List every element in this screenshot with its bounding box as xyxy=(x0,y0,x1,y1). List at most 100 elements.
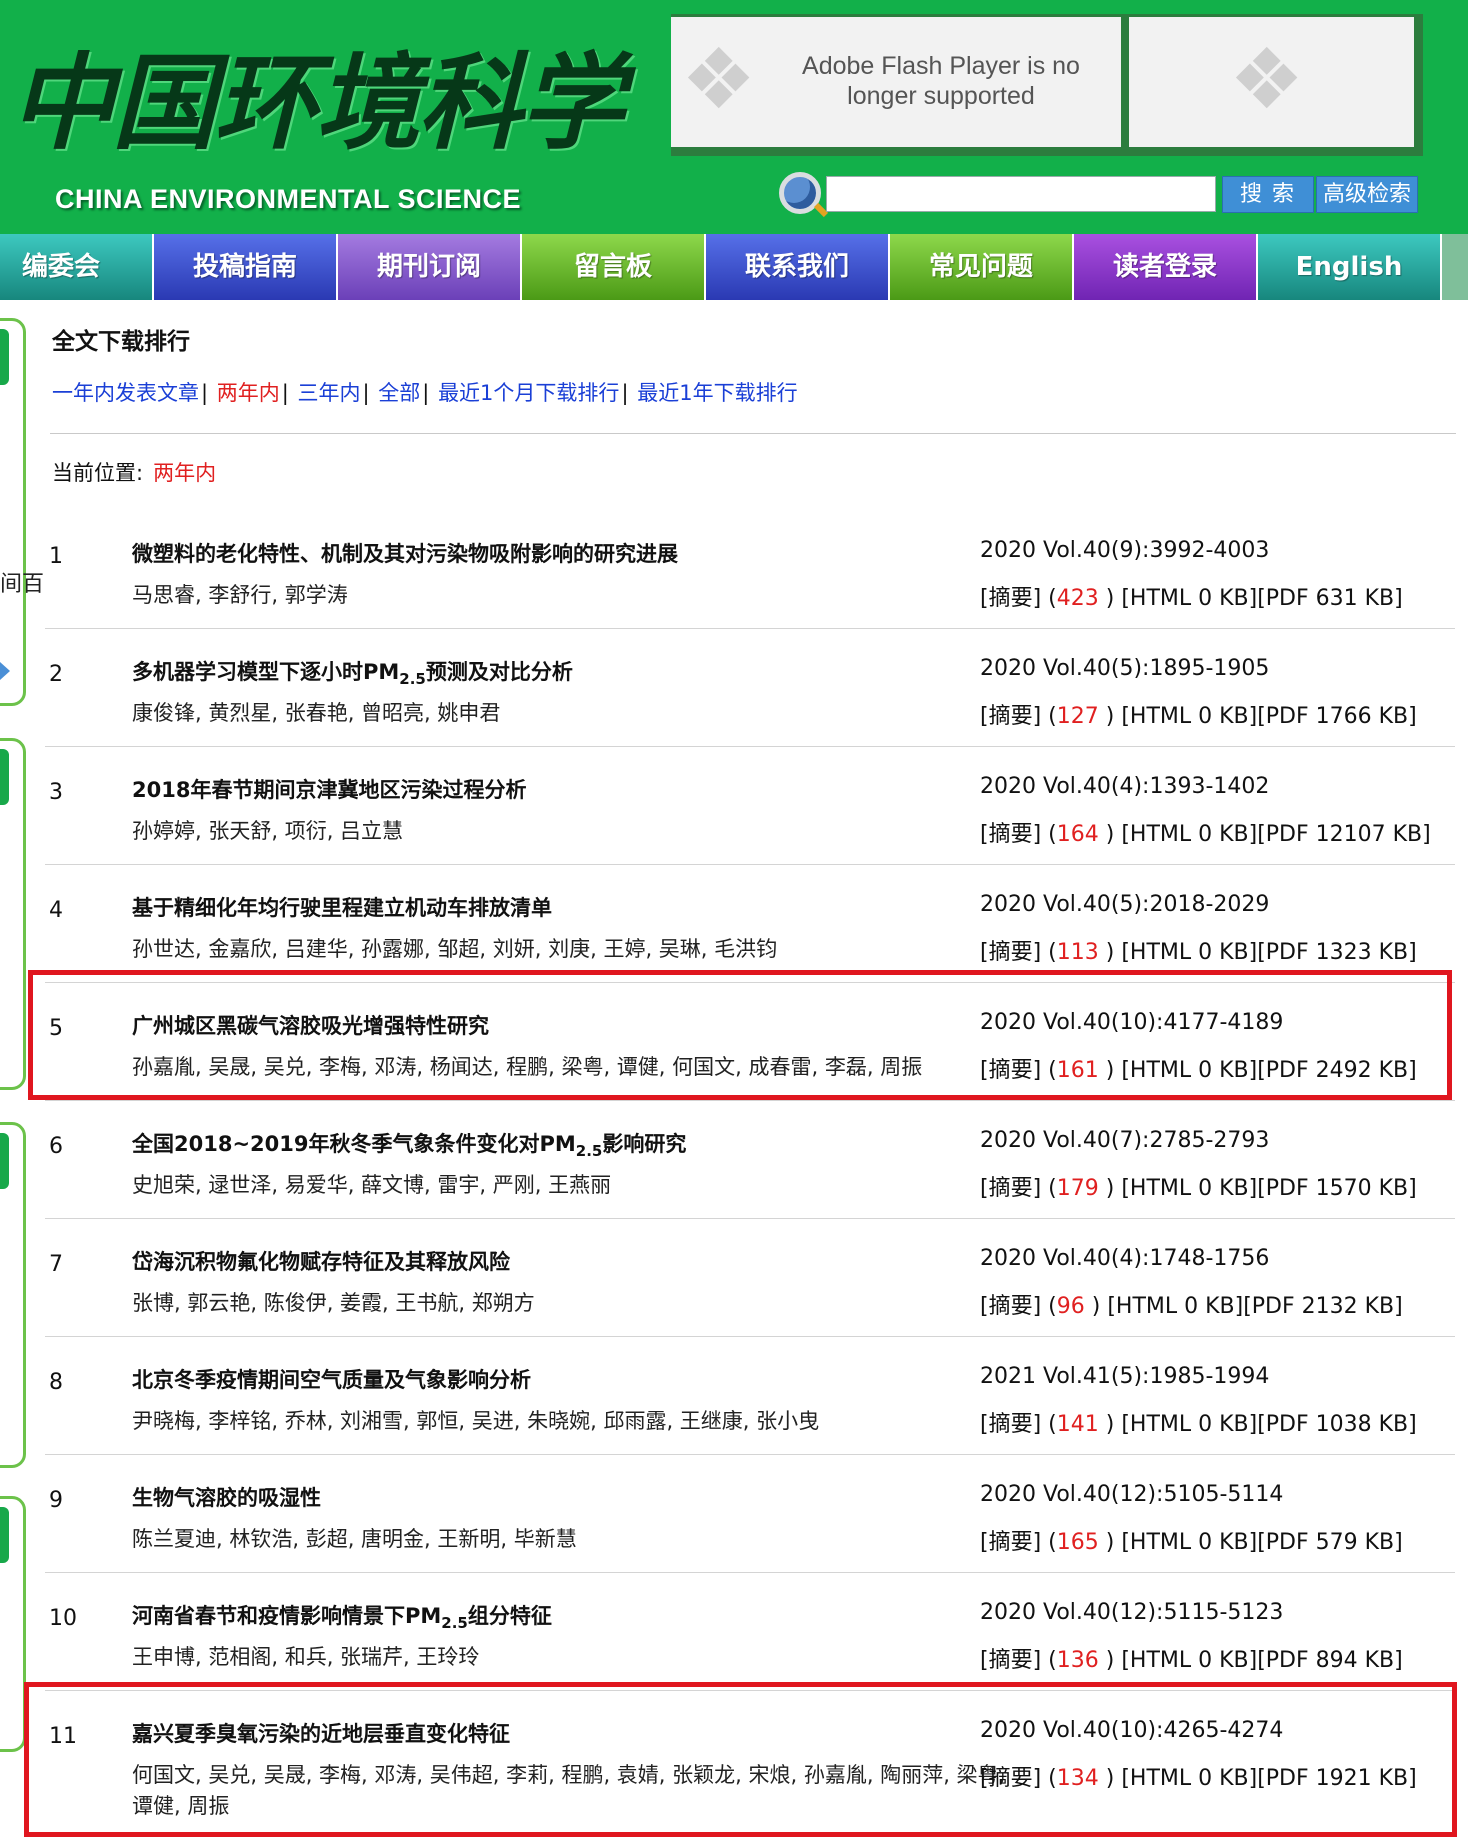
filter-all[interactable]: 全部 xyxy=(378,381,420,405)
flash-placeholder-1: ❖ Adobe Flash Player is no longer suppor… xyxy=(671,17,1121,147)
section-title: 全文下载排行 xyxy=(52,329,190,355)
article-title-link[interactable]: 岱海沉积物氟化物赋存特征及其释放风险 xyxy=(132,1246,510,1276)
side-panel-tab[interactable] xyxy=(0,329,9,385)
fulltext-links[interactable]: ) [HTML 0 KB][PDF 631 KB] xyxy=(1099,586,1403,611)
article-authors: 史旭荣, 逯世泽, 易爱华, 薛文博, 雷宇, 严刚, 王燕丽 xyxy=(132,1173,612,1197)
article-rank: 8 xyxy=(49,1370,63,1395)
abstract-link[interactable]: [摘要] ( xyxy=(980,1176,1057,1201)
fulltext-links[interactable]: ) [HTML 0 KB][PDF 579 KB] xyxy=(1099,1530,1403,1555)
article-row: 2 多机器学习模型下逐小时PM2.5预测及对比分析康俊锋, 黄烈星, 张春艳, 曾… xyxy=(45,628,1455,747)
side-panel xyxy=(0,738,26,1090)
abstract-view-count: 127 xyxy=(1056,704,1099,729)
article-row: 8 北京冬季疫情期间空气质量及气象影响分析尹晓梅, 李梓铭, 乔林, 刘湘雪, 郭… xyxy=(45,1336,1455,1455)
arrow-right-icon[interactable] xyxy=(0,662,10,680)
article-title-link[interactable]: 河南省春节和疫情影响情景下PM2.5组分特征 xyxy=(132,1600,552,1632)
article-links: [摘要] (127 ) [HTML 0 KB][PDF 1766 KB] xyxy=(980,698,1417,730)
article-rank: 1 xyxy=(49,544,63,569)
divider xyxy=(50,433,1456,434)
abstract-link[interactable]: [摘要] ( xyxy=(980,586,1057,611)
search-button[interactable]: 搜索 xyxy=(1222,176,1314,213)
article-title-text: 预测及对比分析 xyxy=(425,660,573,684)
article-citation: 2020 Vol.40(12):5115-5123 xyxy=(980,1600,1284,1625)
fulltext-links[interactable]: ) [HTML 0 KB][PDF 12107 KB] xyxy=(1099,822,1431,847)
advanced-search-button[interactable]: 高级检索 xyxy=(1316,176,1418,213)
fulltext-links[interactable]: ) [HTML 0 KB][PDF 1038 KB] xyxy=(1099,1412,1417,1437)
abstract-link[interactable]: [摘要] ( xyxy=(980,1412,1057,1437)
fulltext-links[interactable]: ) [HTML 0 KB][PDF 2132 KB] xyxy=(1085,1294,1403,1319)
highlight-box xyxy=(28,970,1452,1100)
article-authors: 王申博, 范相阁, 和兵, 张瑞芹, 王玲玲 xyxy=(132,1645,480,1669)
article-title-text: 组分特征 xyxy=(467,1604,552,1628)
article-citation: 2020 Vol.40(9):3992-4003 xyxy=(980,538,1270,563)
nav-subscribe[interactable]: 期刊订阅 xyxy=(338,234,522,300)
article-title-link[interactable]: 多机器学习模型下逐小时PM2.5预测及对比分析 xyxy=(132,656,573,688)
fulltext-links[interactable]: ) [HTML 0 KB][PDF 1570 KB] xyxy=(1099,1176,1417,1201)
side-panel-tab[interactable] xyxy=(0,1507,9,1563)
nav-message-board[interactable]: 留言板 xyxy=(522,234,706,300)
side-panel xyxy=(0,1122,26,1468)
article-title-link[interactable]: 基于精细化年均行驶里程建立机动车排放清单 xyxy=(132,892,552,922)
article-rank: 2 xyxy=(49,662,63,687)
nav-submission-guide[interactable]: 投稿指南 xyxy=(154,234,338,300)
nav-contact-us[interactable]: 联系我们 xyxy=(706,234,890,300)
article-authors: 张博, 郭云艳, 陈俊伊, 姜霞, 王书航, 郑朔方 xyxy=(132,1291,535,1315)
abstract-link[interactable]: [摘要] ( xyxy=(980,1648,1057,1673)
magnifier-icon xyxy=(779,172,821,214)
article-links: [摘要] (141 ) [HTML 0 KB][PDF 1038 KB] xyxy=(980,1406,1417,1438)
breadcrumb-label: 当前位置: xyxy=(52,461,144,485)
nav-reader-login[interactable]: 读者登录 xyxy=(1074,234,1258,300)
article-authors: 康俊锋, 黄烈星, 张春艳, 曾昭亮, 姚申君 xyxy=(132,701,501,725)
filter-last-year-downloads[interactable]: 最近1年下载排行 xyxy=(637,381,797,405)
article-title-link[interactable]: 全国2018~2019年秋冬季气象条件变化对PM2.5影响研究 xyxy=(132,1128,686,1160)
article-title-text: 岱海沉积物氟化物赋存特征及其释放风险 xyxy=(132,1250,510,1274)
flash-placeholder-2: ❖ xyxy=(1129,17,1414,147)
article-authors: 马思睿, 李舒行, 郭学涛 xyxy=(132,583,348,607)
filter-three-years[interactable]: 三年内 xyxy=(298,381,361,405)
article-title-link[interactable]: 微塑料的老化特性、机制及其对污染物吸附影响的研究进展 xyxy=(132,538,678,568)
article-rank: 3 xyxy=(49,780,63,805)
abstract-view-count: 164 xyxy=(1056,822,1099,847)
article-row: 3 2018年春节期间京津冀地区污染过程分析 孙婷婷, 张天舒, 项衍, 吕立慧 20… xyxy=(45,746,1455,865)
nav-faq[interactable]: 常见问题 xyxy=(890,234,1074,300)
abstract-link[interactable]: [摘要] ( xyxy=(980,704,1057,729)
article-authors: 尹晓梅, 李梓铭, 乔林, 刘湘雪, 郭恒, 吴进, 朱晓婉, 邱雨露, 王继康… xyxy=(132,1409,820,1433)
article-citation: 2020 Vol.40(4):1748-1756 xyxy=(980,1246,1270,1271)
fulltext-links[interactable]: ) [HTML 0 KB][PDF 1323 KB] xyxy=(1099,940,1417,965)
article-title-link[interactable]: 生物气溶胶的吸湿性 xyxy=(132,1482,321,1512)
main-nav: 编委会 投稿指南 期刊订阅 留言板 联系我们 常见问题 读者登录 English xyxy=(0,234,1468,300)
abstract-link[interactable]: [摘要] ( xyxy=(980,822,1057,847)
side-panel xyxy=(0,1496,26,1752)
search-input[interactable] xyxy=(826,176,1216,212)
filter-one-year[interactable]: 一年内发表文章 xyxy=(52,381,199,405)
article-links: [摘要] (136 ) [HTML 0 KB][PDF 894 KB] xyxy=(980,1642,1403,1674)
article-title-link[interactable]: 北京冬季疫情期间空气质量及气象影响分析 xyxy=(132,1364,531,1394)
filter-two-years[interactable]: 两年内 xyxy=(217,381,280,405)
article-links: [摘要] (113 ) [HTML 0 KB][PDF 1323 KB] xyxy=(980,934,1417,966)
filter-last-month-downloads[interactable]: 最近1个月下载排行 xyxy=(438,381,619,405)
article-links: [摘要] (164 ) [HTML 0 KB][PDF 12107 KB] xyxy=(980,816,1431,848)
article-rank: 7 xyxy=(49,1252,63,1277)
article-title-text: 影响研究 xyxy=(602,1132,687,1156)
article-citation: 2020 Vol.40(4):1393-1402 xyxy=(980,774,1270,799)
abstract-link[interactable]: [摘要] ( xyxy=(980,1294,1057,1319)
logo-chinese[interactable]: 中国环境科学 xyxy=(10,18,624,169)
article-title-link[interactable]: 2018年春节期间京津冀地区污染过程分析 xyxy=(132,774,526,804)
nav-english[interactable]: English xyxy=(1258,234,1442,300)
article-title-text: 河南省春节和疫情影响情景下PM xyxy=(132,1604,442,1628)
plugin-puzzle-icon: ❖ xyxy=(1229,30,1305,128)
side-panel-tab[interactable] xyxy=(0,749,9,805)
abstract-link[interactable]: [摘要] ( xyxy=(980,940,1057,965)
fulltext-links[interactable]: ) [HTML 0 KB][PDF 1766 KB] xyxy=(1099,704,1417,729)
logo-english: CHINA ENVIRONMENTAL SCIENCE xyxy=(55,184,522,214)
abstract-link[interactable]: [摘要] ( xyxy=(980,1530,1057,1555)
article-links: [摘要] (179 ) [HTML 0 KB][PDF 1570 KB] xyxy=(980,1170,1417,1202)
filter-links: 一年内发表文章| 两年内| 三年内| 全部| 最近1个月下载排行| 最近1年下载… xyxy=(52,381,798,405)
fulltext-links[interactable]: ) [HTML 0 KB][PDF 894 KB] xyxy=(1099,1648,1403,1673)
article-citation: 2020 Vol.40(5):1895-1905 xyxy=(980,656,1270,681)
article-row: 9 生物气溶胶的吸湿性 陈兰夏迪, 林钦浩, 彭超, 唐明金, 王新明, 毕新慧 20… xyxy=(45,1454,1455,1573)
article-title-text: 生物气溶胶的吸湿性 xyxy=(132,1486,321,1510)
nav-editorial-board[interactable]: 编委会 xyxy=(0,234,154,300)
article-title-text: 微塑料的老化特性、机制及其对污染物吸附影响的研究进展 xyxy=(132,542,678,566)
abstract-view-count: 423 xyxy=(1056,586,1099,611)
side-panel-tab[interactable] xyxy=(0,1133,9,1189)
